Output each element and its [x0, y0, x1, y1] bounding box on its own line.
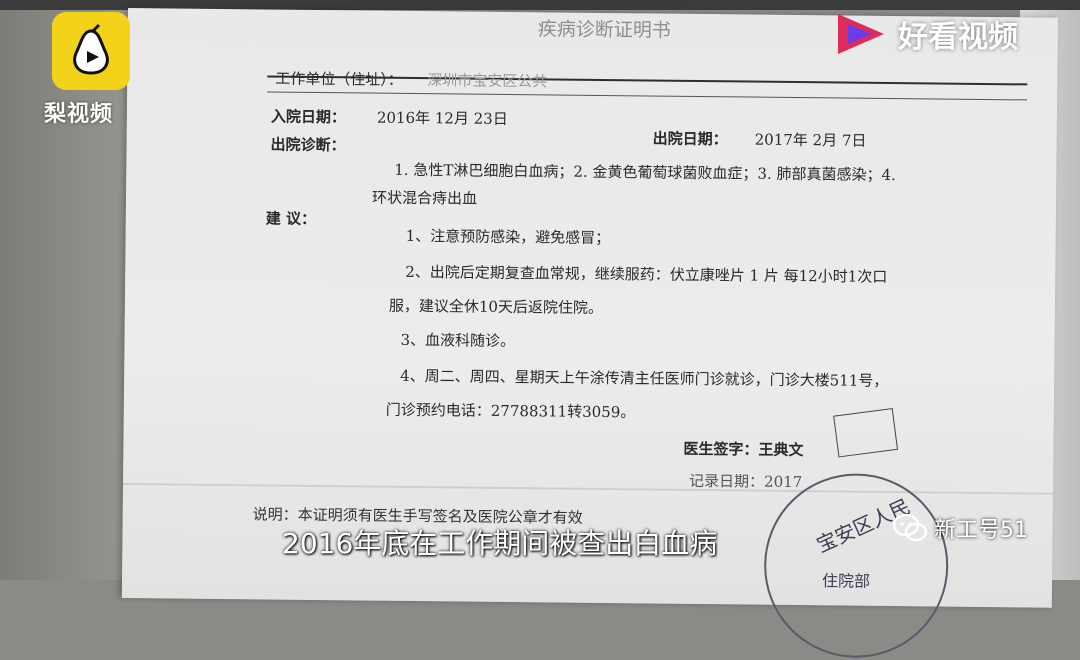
- discharge-value: 2017年 2月 7日: [754, 130, 867, 150]
- advice-item-3: 3、血液科随诊。: [400, 330, 516, 351]
- advice-item-4-cont: 门诊预约电话：27788311转3059。: [385, 400, 636, 422]
- wechat-watermark: 新工号51: [892, 512, 1028, 544]
- left-logo-text: 梨视频: [44, 102, 114, 127]
- admit-value: 2016年 12月 23日: [376, 108, 508, 128]
- advice-item-1: 1、注意预防感染，避免感冒；: [405, 226, 611, 248]
- wechat-icon: [892, 513, 928, 542]
- haokan-logo: 好看视频: [832, 10, 1018, 58]
- hospital-stamp: [763, 472, 950, 659]
- haokan-play-icon: [838, 14, 884, 54]
- admit-label: 入院日期：: [270, 107, 346, 127]
- advice-item-4: 4、周二、周四、星期天上午涂传清主任医师门诊就诊，门诊大楼511号，: [400, 366, 889, 390]
- right-logo-text: 好看视频: [898, 20, 1018, 55]
- work-unit-value: 深圳市宝安区公共: [427, 71, 548, 91]
- document-title: 疾病诊断证明书: [537, 18, 671, 42]
- advice-label: 建 议：: [265, 209, 317, 228]
- advice-item-2: 2、出院后定期复查血常规，继续服药：伏立康唑片 1 片 每12小时1次口: [405, 262, 888, 286]
- diagnosis-line-1: 1. 急性T淋巴细胞白血病；2. 金黄色葡萄球菌败血症；3. 肺部真菌感染；4.: [394, 160, 896, 185]
- doctor-signature: 医生签字：王典文: [683, 439, 804, 460]
- pear-icon: [73, 23, 109, 75]
- advice-item-2-cont: 服，建议全休10天后返院住院。: [388, 296, 604, 317]
- wechat-account-name: 新工号51: [934, 518, 1028, 543]
- pear-video-logo: [52, 12, 130, 90]
- header-divider-thin: [267, 91, 1028, 101]
- work-unit-label: 工作单位（住址）：: [275, 69, 403, 89]
- seal-box: [833, 408, 899, 458]
- video-subtitle: 2016年底在工作期间被查出白血病: [282, 527, 718, 560]
- discharge-label: 出院日期：: [652, 129, 728, 149]
- diagnosis-label: 出院诊断：: [270, 135, 346, 155]
- diagnosis-line-2: 环状混合痔出血: [371, 188, 478, 208]
